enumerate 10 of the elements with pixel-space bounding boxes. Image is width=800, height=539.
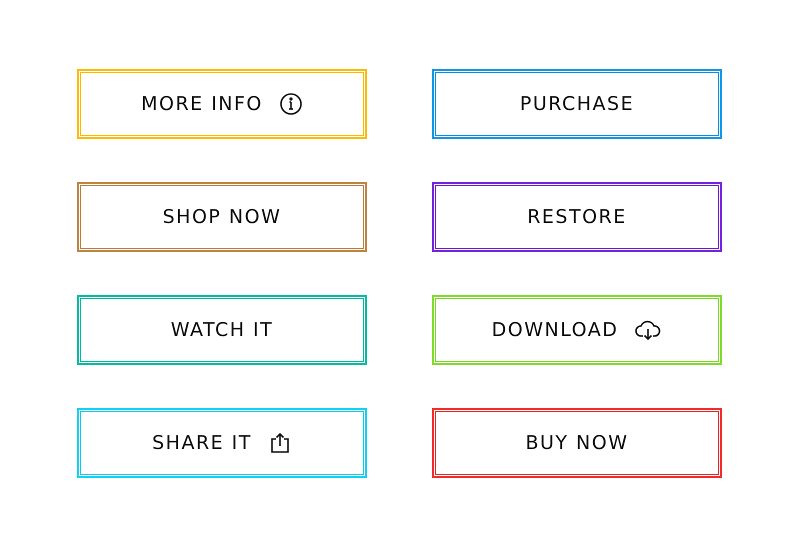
outlined-button[interactable]: MORE INFO — [77, 69, 367, 139]
outlined-button[interactable]: PURCHASE — [432, 69, 722, 139]
info-icon — [278, 92, 303, 116]
outlined-button[interactable]: WATCH IT — [77, 295, 367, 365]
cloud-download-icon — [634, 318, 662, 342]
outlined-button[interactable]: DOWNLOAD — [432, 295, 722, 365]
outlined-button[interactable]: SHARE IT — [77, 408, 367, 478]
outlined-button[interactable]: BUY NOW — [432, 408, 722, 478]
outlined-button[interactable]: RESTORE — [432, 182, 722, 252]
outlined-button[interactable]: SHOP NOW — [77, 182, 367, 252]
